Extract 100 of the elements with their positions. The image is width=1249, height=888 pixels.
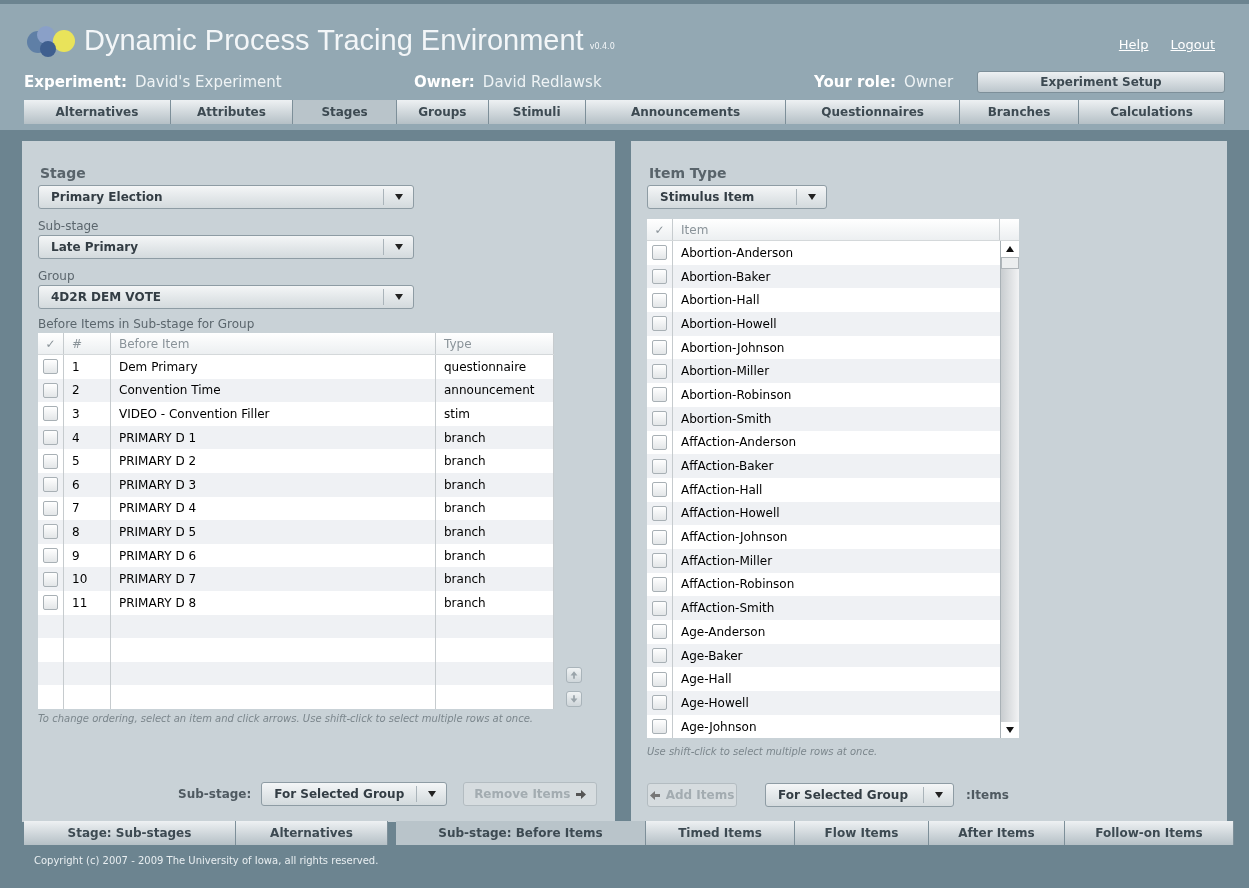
list-item[interactable]: Abortion-Anderson [681,243,794,262]
tab[interactable]: Flow Items [795,821,929,845]
checkbox[interactable] [43,382,58,398]
list-item[interactable]: Abortion-Smith [681,409,772,428]
checkbox[interactable] [652,505,667,521]
checkbox[interactable] [652,387,667,403]
checkbox[interactable] [652,553,667,569]
list-item[interactable]: Age-Hall [681,670,732,689]
list-item[interactable]: Abortion-Baker [681,267,771,286]
tab[interactable]: Timed Items [646,821,795,845]
scroll-up-icon[interactable] [1006,246,1014,252]
arrow-right-icon [576,789,587,799]
field-label: Sub-stage: [178,786,252,803]
table-cell-text: 2 [72,382,80,400]
field-label: Group [38,268,76,285]
checkbox[interactable] [43,500,58,516]
checkbox[interactable] [43,524,58,540]
table-cell-text: 10 [72,571,88,589]
scrollbar[interactable] [1000,241,1019,739]
list-item[interactable]: AffAction-Anderson [681,433,797,452]
tab[interactable]: Alternatives [236,821,388,845]
tab[interactable]: Calculations [1079,100,1225,124]
checkbox[interactable] [43,359,58,375]
scroll-down-icon[interactable] [1006,727,1014,734]
column-header: Item [681,221,709,239]
table-cell-text: branch [444,429,486,447]
tab[interactable]: Stimuli [488,100,586,124]
checkbox[interactable] [43,430,58,446]
move-up-button[interactable] [566,667,582,683]
list-item[interactable]: Age-Johnson [681,717,757,736]
list-item[interactable]: Abortion-Johnson [681,338,785,357]
field-label: Experiment: [24,71,128,93]
checkbox[interactable] [652,269,667,285]
tab[interactable]: Questionnaires [786,100,960,124]
table-cell-text: PRIMARY D 6 [119,547,197,565]
table-cell-text: stim [444,406,470,423]
checkbox[interactable] [652,434,667,450]
dropdown[interactable]: Late Primary [38,235,414,259]
checkbox[interactable] [43,453,58,469]
checkbox[interactable] [652,458,667,474]
checkbox[interactable] [652,671,667,687]
tab[interactable]: Alternatives [24,100,171,124]
checkbox[interactable] [652,648,667,664]
checkbox[interactable] [652,529,667,545]
checkbox[interactable] [43,406,58,422]
checkbox[interactable] [652,624,667,640]
tab[interactable]: Sub-stage: Before Items [396,821,646,845]
table-cell-text: 8 [72,523,80,541]
field-label: :Items [966,787,1009,804]
list-item[interactable]: Abortion-Robinson [681,385,792,404]
copyright-text: Copyright (c) 2007 - 2009 The University of Iowa, all rights reserved. [33,854,380,868]
tab[interactable]: After Items [929,821,1065,845]
list-item[interactable]: Age-Howell [681,693,749,712]
table-cell-text: PRIMARY D 2 [119,453,197,471]
list-item[interactable]: AffAction-Robinson [681,575,795,594]
checkbox[interactable] [43,548,58,564]
checkbox[interactable] [652,292,667,308]
checkbox[interactable] [652,576,667,592]
checkbox[interactable] [43,571,58,587]
tab[interactable]: Attributes [170,100,293,124]
column-header: ✓ [45,335,56,353]
checkbox[interactable] [652,316,667,332]
dropdown[interactable]: Stimulus Item [647,185,827,209]
checkbox[interactable] [652,600,667,616]
checkbox[interactable] [652,340,667,356]
checkbox[interactable] [652,695,667,711]
list-item[interactable]: Abortion-Hall [681,291,760,310]
tab[interactable]: Branches [959,100,1080,124]
checkbox[interactable] [652,482,667,498]
checkbox[interactable] [43,477,58,493]
list-item[interactable]: Age-Baker [681,646,743,665]
dropdown[interactable]: For Selected Group [765,783,954,807]
table-cell-text: 9 [72,547,80,565]
table-cell-text: Convention Time [119,382,221,400]
list-item[interactable]: Abortion-Miller [681,362,770,381]
list-item[interactable]: Age-Anderson [681,622,766,641]
dropdown[interactable]: Primary Election [38,185,414,209]
table-cell-text: branch [444,594,486,612]
table-cell-text: PRIMARY D 7 [119,571,197,589]
tab[interactable]: Follow-on Items [1065,821,1234,845]
dropdown[interactable]: 4D2R DEM VOTE [38,285,414,309]
move-down-button[interactable] [566,691,582,707]
scroll-thumb[interactable] [1001,257,1019,269]
checkbox[interactable] [652,363,667,379]
tab[interactable]: Stages [292,100,398,124]
tab[interactable]: Stage: Sub-stages [24,821,236,845]
tab[interactable]: Groups [397,100,489,124]
dropdown[interactable]: For Selected Group [261,782,448,806]
hint-text: Use shift-click to select multiple rows at once. [647,745,879,760]
list-item[interactable]: AffAction-Miller [681,551,773,570]
checkbox[interactable] [652,411,667,427]
checkbox[interactable] [652,245,667,261]
experiment-setup-button[interactable]: Experiment Setup [977,71,1225,93]
tab[interactable]: Announcements [585,100,787,124]
column-header: # [72,335,83,353]
checkbox[interactable] [652,719,667,735]
list-item[interactable]: AffAction-Johnson [681,528,788,547]
checkbox[interactable] [43,595,58,611]
list-item[interactable]: AffAction-Hall [681,480,763,499]
table-cell-text: 5 [72,453,80,471]
